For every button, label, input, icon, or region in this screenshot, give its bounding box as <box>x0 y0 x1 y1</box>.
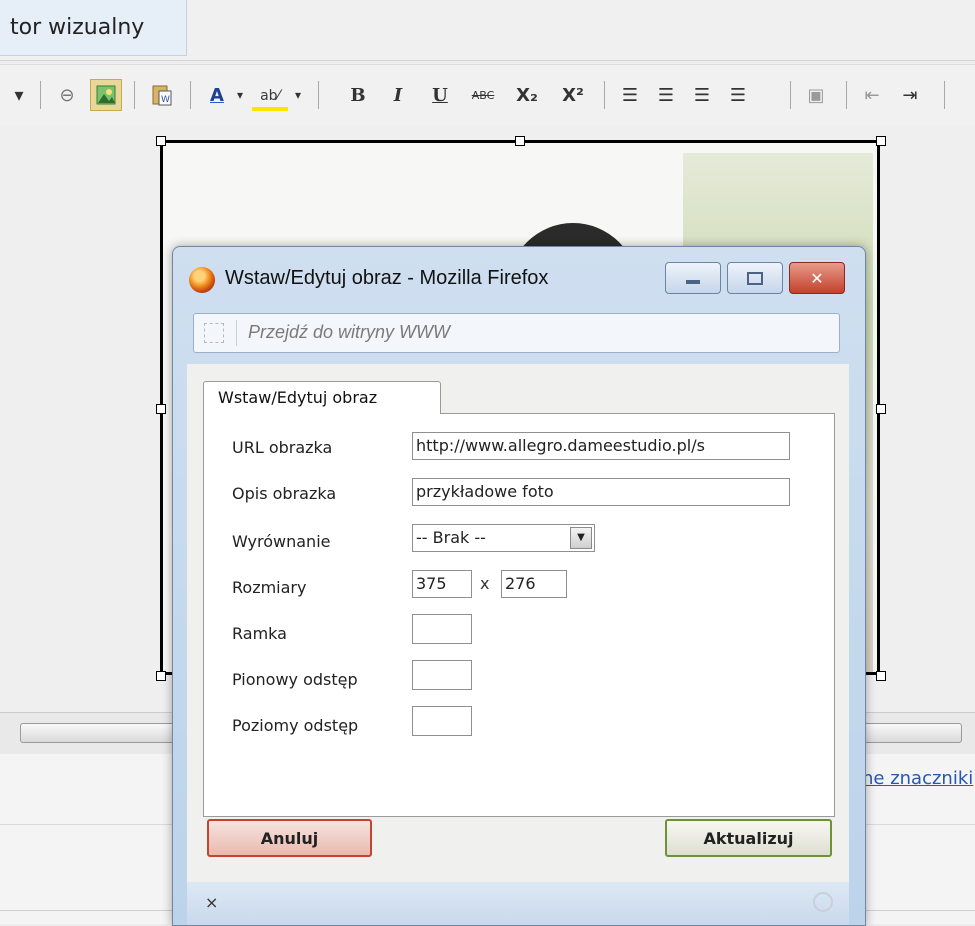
tab-panel: URL obrazka http://www.allegro.dameestud… <box>203 413 835 817</box>
maximize-icon <box>747 271 763 285</box>
height-field[interactable]: 276 <box>501 570 567 598</box>
border-field[interactable] <box>412 614 472 644</box>
tab-insert-edit-image[interactable]: Wstaw/Edytuj obraz <box>203 381 441 414</box>
alignment-label: Wyrównanie <box>232 532 331 551</box>
url-label: URL obrazka <box>232 438 333 457</box>
close-button[interactable]: ✕ <box>789 262 845 294</box>
vspace-label: Pionowy odstęp <box>232 670 358 689</box>
editor-toolbar: ▾ ⊖ W A ▾ ab⁄ ▾ B I U ABC X₂ X² ☰ ☰ ☰ ☰ … <box>0 64 975 128</box>
align-left-icon[interactable]: ☰ <box>616 79 644 111</box>
toolbar-separator <box>318 81 319 109</box>
url-field[interactable]: http://www.allegro.dameestudio.pl/s <box>412 432 790 460</box>
italic-icon[interactable]: I <box>384 79 412 111</box>
page-icon <box>204 323 224 343</box>
dialog-title: Wstaw/Edytuj obraz - Mozilla Firefox <box>225 267 549 289</box>
toolbar-separator <box>944 81 945 109</box>
align-center-icon[interactable]: ☰ <box>652 79 680 111</box>
link-icon[interactable]: ⊖ <box>52 79 82 111</box>
description-field[interactable]: przykładowe foto <box>412 478 790 506</box>
dropdown-arrow-icon[interactable]: ▾ <box>10 79 28 111</box>
resize-handle[interactable] <box>156 404 166 414</box>
update-button[interactable]: Aktualizuj <box>665 819 832 857</box>
indent-icon[interactable]: ⇥ <box>896 79 924 111</box>
bold-icon[interactable]: B <box>344 79 372 111</box>
dimensions-label: Rozmiary <box>232 578 307 597</box>
alignment-value: -- Brak -- <box>416 528 486 547</box>
status-bar: × <box>187 882 849 925</box>
resize-handle[interactable] <box>156 671 166 681</box>
hspace-label: Poziomy odstęp <box>232 716 359 735</box>
resize-handle[interactable] <box>156 136 166 146</box>
address-placeholder: Przejdź do witryny WWW <box>248 322 451 342</box>
image-dialog-window: Wstaw/Edytuj obraz - Mozilla Firefox ✕ P… <box>172 246 866 926</box>
divider <box>236 320 237 346</box>
address-bar[interactable]: Przejdź do witryny WWW <box>193 313 840 353</box>
dropdown-arrow-icon[interactable]: ▾ <box>292 79 304 111</box>
image-icon[interactable] <box>90 79 122 111</box>
subscript-icon[interactable]: X₂ <box>510 79 544 111</box>
justify-icon[interactable]: ☰ <box>724 79 752 111</box>
dropdown-arrow-icon[interactable]: ▾ <box>234 79 246 111</box>
alignment-select[interactable]: -- Brak -- ▼ <box>412 524 595 552</box>
toolbar-separator <box>790 81 791 109</box>
firefox-icon <box>189 267 215 293</box>
border-label: Ramka <box>232 624 287 643</box>
paste-word-icon[interactable]: W <box>146 79 178 111</box>
highlight-color-icon[interactable]: ab⁄ <box>252 85 288 111</box>
maximize-button[interactable] <box>727 262 783 294</box>
font-color-icon[interactable]: A <box>202 79 232 111</box>
description-label: Opis obrazka <box>232 484 337 503</box>
loading-icon <box>813 892 833 912</box>
vspace-field[interactable] <box>412 660 472 690</box>
close-status-icon[interactable]: × <box>205 893 218 912</box>
minimize-icon <box>686 280 700 284</box>
toolbar-separator <box>604 81 605 109</box>
width-field[interactable]: 375 <box>412 570 472 598</box>
chevron-down-icon[interactable]: ▼ <box>570 527 592 549</box>
resize-handle[interactable] <box>876 671 886 681</box>
align-right-icon[interactable]: ☰ <box>688 79 716 111</box>
outdent-icon[interactable]: ⇤ <box>858 79 886 111</box>
toolbar-separator <box>134 81 135 109</box>
dimensions-separator: x <box>480 574 490 593</box>
underline-icon[interactable]: U <box>426 79 454 111</box>
superscript-icon[interactable]: X² <box>556 79 590 111</box>
toolbar-separator <box>40 81 41 109</box>
strikethrough-icon[interactable]: ABC <box>466 79 500 111</box>
toolbar-separator <box>846 81 847 109</box>
insert-icon[interactable]: ▣ <box>802 79 830 111</box>
tags-link[interactable]: ne znaczniki <box>862 768 973 789</box>
resize-handle[interactable] <box>515 136 525 146</box>
minimize-button[interactable] <box>665 262 721 294</box>
hspace-field[interactable] <box>412 706 472 736</box>
close-icon: ✕ <box>810 268 824 288</box>
tab-visual-editor[interactable]: tor wizualny <box>0 0 187 56</box>
dialog-content: Wstaw/Edytuj obraz URL obrazka http://ww… <box>187 364 849 882</box>
editor-header: tor wizualny <box>0 0 975 61</box>
svg-text:W: W <box>161 95 170 105</box>
resize-handle[interactable] <box>876 136 886 146</box>
toolbar-separator <box>190 81 191 109</box>
resize-handle[interactable] <box>876 404 886 414</box>
cancel-button[interactable]: Anuluj <box>207 819 372 857</box>
